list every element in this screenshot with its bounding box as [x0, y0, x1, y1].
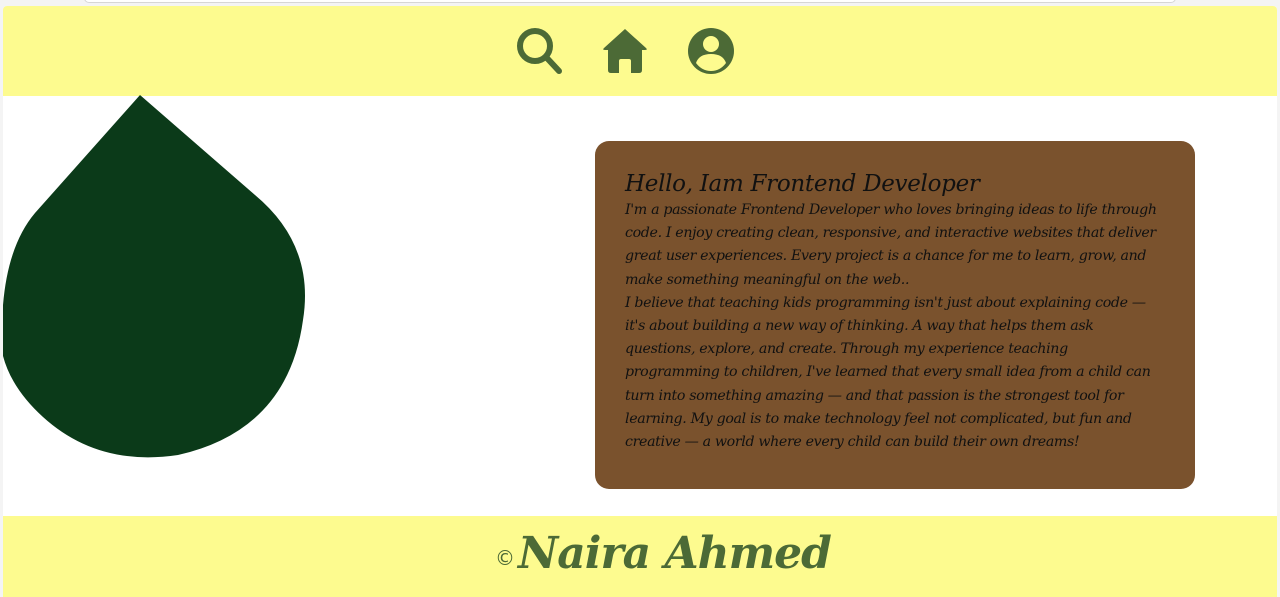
footer-author-name: Naira Ahmed [518, 528, 832, 579]
about-card: Hello, Iam Frontend Developer I'm a pass… [595, 141, 1195, 489]
about-title: Hello, Iam Frontend Developer [625, 171, 980, 197]
home-icon[interactable] [601, 26, 649, 76]
search-icon[interactable] [515, 26, 563, 76]
page: Hello, Iam Frontend Developer I'm a pass… [3, 6, 1277, 597]
leaf-drop-shape [3, 95, 313, 465]
site-footer: © Naira Ahmed [3, 516, 1277, 597]
copyright-symbol: © [495, 546, 515, 570]
about-paragraph-2: I believe that teaching kids programming… [625, 294, 1151, 451]
site-header [3, 6, 1277, 96]
user-account-icon[interactable] [687, 26, 735, 76]
about-paragraph-1: I'm a passionate Frontend Developer who … [625, 202, 1157, 288]
browser-frame-edge [84, 0, 1176, 3]
